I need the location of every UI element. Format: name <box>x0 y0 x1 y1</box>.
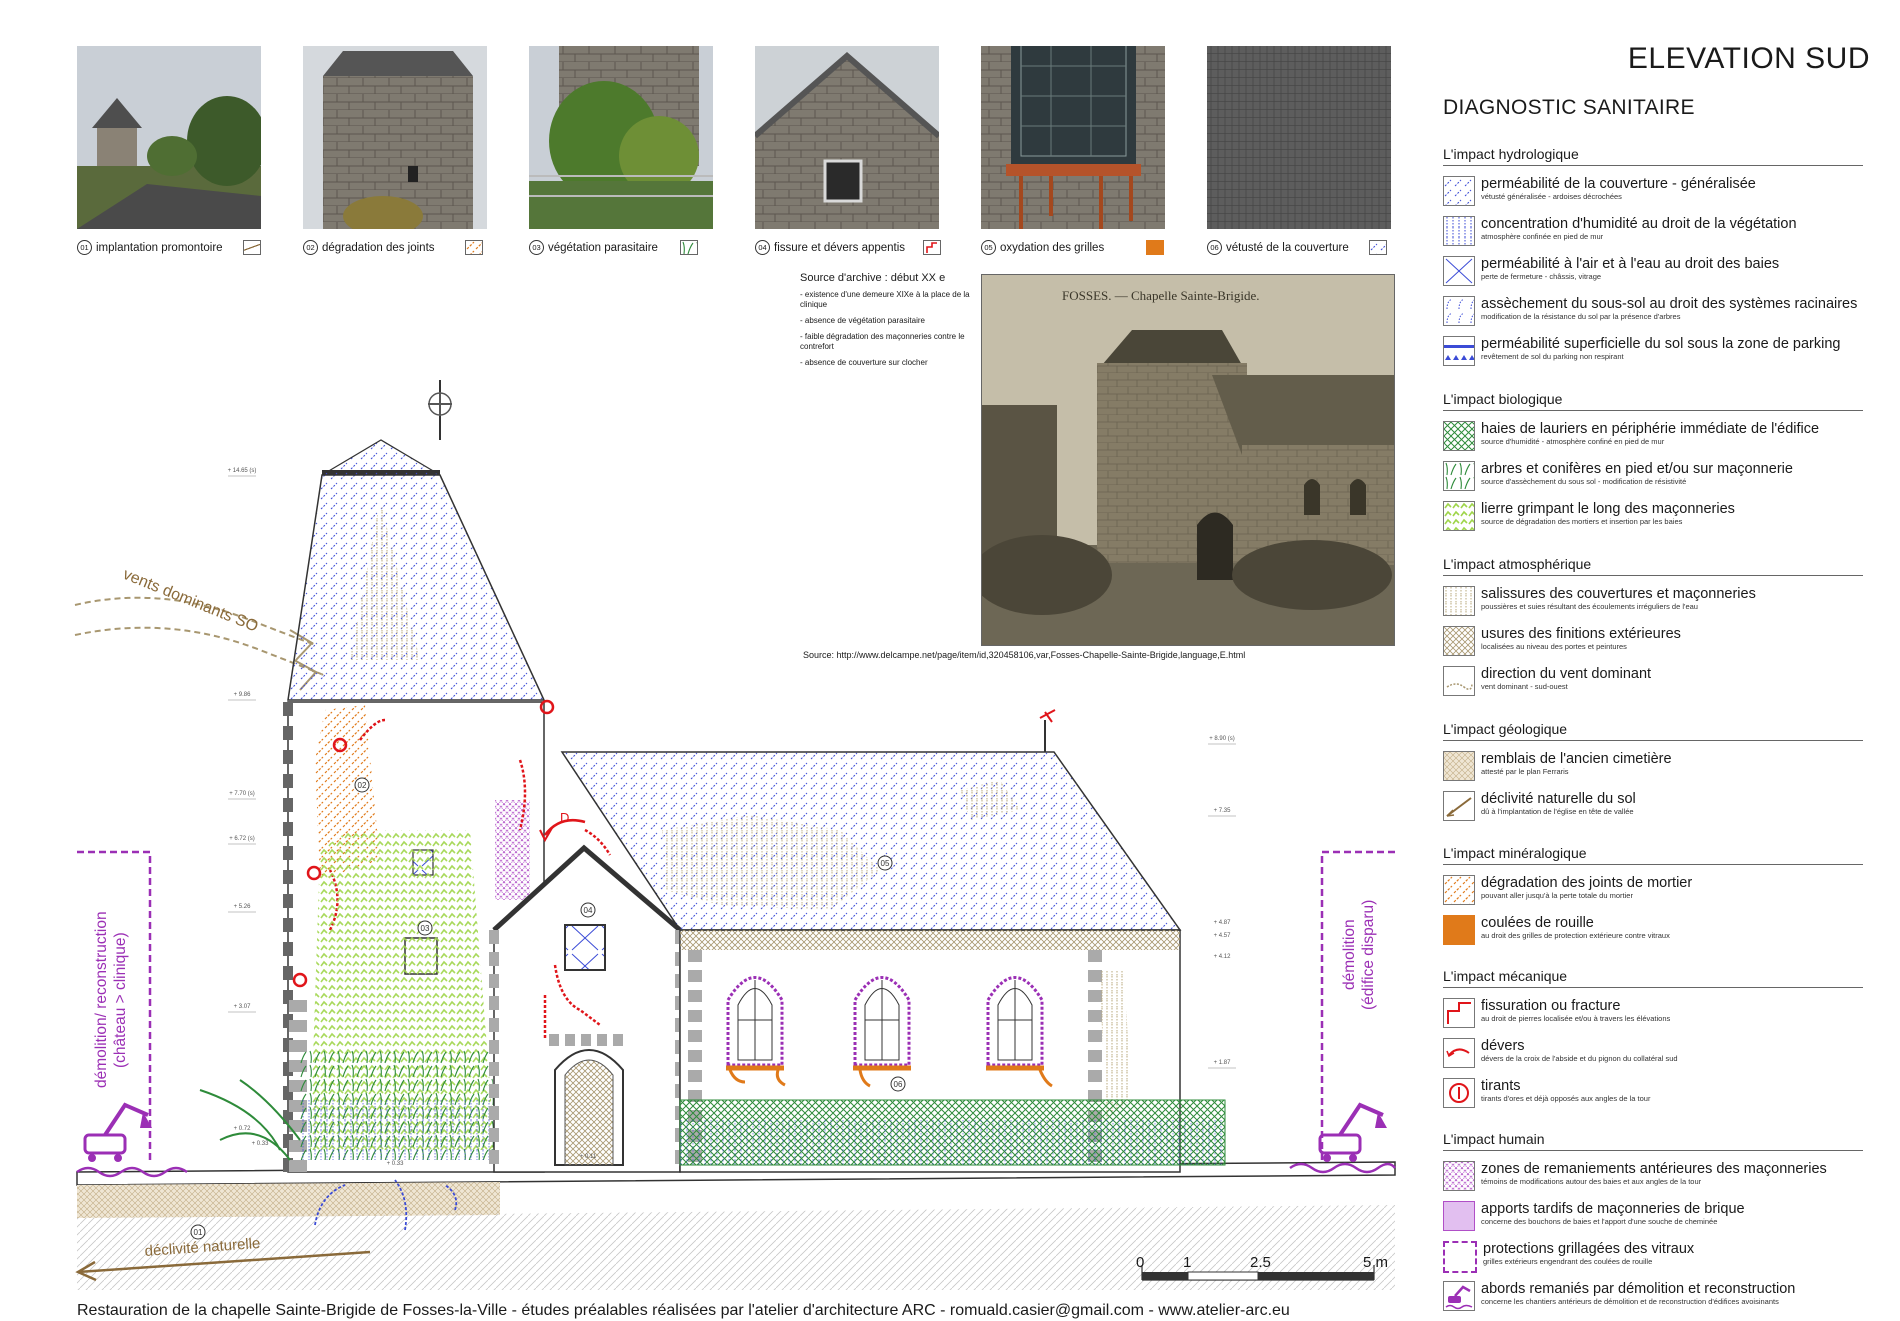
legend-item: remblais de l'ancien cimetière attesté pa… <box>1443 751 1863 791</box>
level-mark: + 7.70 (s) <box>229 791 255 797</box>
elevation-drawing: vents dominants SO déclivité naturelle D… <box>74 380 1396 1290</box>
declivite-swatch-icon <box>1443 791 1475 821</box>
level-mark: + 0.33 <box>252 1141 270 1147</box>
legend-heading: L'impact atmosphérique <box>1443 556 1863 576</box>
legend-item: abords remaniés par démolition et recons… <box>1443 1281 1863 1321</box>
level-mark: + 4.57 <box>1214 933 1232 939</box>
legend-heading: L'impact biologique <box>1443 391 1863 411</box>
grillage-swatch-icon <box>1443 1241 1477 1273</box>
legend-item: zones de remaniements antérieures des ma… <box>1443 1161 1863 1201</box>
legend-geologique: L'impact géologique remblais de l'ancien… <box>1443 721 1863 831</box>
scale-tick: 1 <box>1183 1254 1192 1271</box>
legend-hydrologique: L'impact hydrologique perméabilité de la… <box>1443 146 1863 376</box>
legend-atmospherique: L'impact atmosphérique salissures des co… <box>1443 556 1863 706</box>
legend-item: perméabilité à l'air et à l'eau au droit… <box>1443 256 1863 296</box>
level-mark: + 4.12 <box>1214 954 1232 960</box>
marker-03: 03 <box>421 924 430 933</box>
couverture-swatch-icon <box>1443 176 1475 206</box>
legend-item: dégradation des joints de mortier pouvant… <box>1443 875 1863 915</box>
tower-roof <box>287 474 546 701</box>
scale-tick: 0 <box>1136 1254 1145 1271</box>
demolition-left-label: démolition/ reconstruction (château > cli… <box>93 911 129 1089</box>
legend-heading: L'impact hydrologique <box>1443 146 1863 166</box>
rouille-swatch-icon <box>1443 915 1475 945</box>
legend-heading: L'impact mécanique <box>1443 968 1863 988</box>
page-title: ELEVATION SUD <box>1627 42 1870 75</box>
marker-02: 02 <box>358 781 367 790</box>
scale-tick: 5 m <box>1363 1254 1389 1271</box>
level-mark: + 0.11 <box>580 1154 597 1160</box>
legend-item: perméabilité superficielle du sol sous l… <box>1443 336 1863 376</box>
legend-item: usures des finitions extérieures localisé… <box>1443 626 1863 666</box>
marker-05: 05 <box>881 859 890 868</box>
excavator-swatch-icon <box>1443 1281 1475 1311</box>
vent-swatch-icon <box>1443 666 1475 696</box>
legend-item: perméabilité de la couverture - générali… <box>1443 176 1863 216</box>
legend-item: arbres et conifères en pied et/ou sur ma… <box>1443 461 1863 501</box>
scale-tick: 2.5 <box>1250 1254 1271 1271</box>
remblais-swatch-icon <box>1443 751 1475 781</box>
racines-swatch-icon <box>1443 296 1475 326</box>
footer-credits: Restauration de la chapelle Sainte-Brigi… <box>77 1302 1290 1319</box>
legend-item: concentration d'humidité au droit de la … <box>1443 216 1863 256</box>
legend-item: lierre grimpant le long des maçonneries s… <box>1443 501 1863 541</box>
nave-roof <box>560 751 1182 931</box>
legend-item: haies de lauriers en périphérie immédiat… <box>1443 421 1863 461</box>
haies-swatch-icon <box>1443 421 1475 451</box>
parking-swatch-icon <box>1443 336 1475 366</box>
level-mark: + 6.72 (s) <box>229 836 255 842</box>
marker-04: 04 <box>584 906 593 915</box>
level-mark: + 0.72 <box>234 1126 252 1132</box>
remaniements-swatch-icon <box>1443 1161 1475 1191</box>
legend-item: salissures des couvertures et maçonnerie… <box>1443 586 1863 626</box>
wind-label: vents dominants SO <box>121 566 261 636</box>
legend-mineralogique: L'impact minéralogique dégradation des j… <box>1443 845 1863 955</box>
demolition-right-label: démolition (édifice disparu) <box>1341 899 1377 1011</box>
level-mark: + 9.86 <box>234 692 252 698</box>
lierre-swatch-icon <box>1443 501 1475 531</box>
humidite-swatch-icon <box>1443 216 1475 246</box>
legend-item: protections grillagées des vitraux grille… <box>1443 1241 1863 1281</box>
level-mark: + 7.35 <box>1214 808 1232 814</box>
level-mark: + 1.87 <box>1214 1060 1232 1066</box>
legend-heading: L'impact humain <box>1443 1131 1863 1151</box>
baies-swatch-icon <box>1443 256 1475 286</box>
fissure-swatch-icon <box>1443 998 1475 1028</box>
legend-item: dévers dévers de la croix de l'abside et … <box>1443 1038 1863 1078</box>
brique-swatch-icon <box>1443 1201 1475 1231</box>
marker-01: 01 <box>194 1228 203 1237</box>
legend-item: coulées de rouille au droit des grilles d… <box>1443 915 1863 955</box>
remblais-zone <box>77 1182 500 1218</box>
legend-item: tirants tirants d'ores et déjà opposés au… <box>1443 1078 1863 1118</box>
legend-heading: L'impact minéralogique <box>1443 845 1863 865</box>
level-mark: + 0.33 <box>387 1161 405 1167</box>
level-mark: + 8.90 (s) <box>1209 736 1235 742</box>
page-subtitle: DIAGNOSTIC SANITAIRE <box>1443 96 1695 119</box>
svg-text:D: D <box>560 810 569 825</box>
level-mark: + 14.65 (s) <box>228 468 257 474</box>
legend-item: assèchement du sous-sol au droit des sys… <box>1443 296 1863 336</box>
usures-swatch-icon <box>1443 626 1475 656</box>
legend-item: déclivité naturelle du sol dû à l'implant… <box>1443 791 1863 831</box>
marker-06: 06 <box>894 1080 903 1089</box>
legend-humain: L'impact humain zones de remaniements an… <box>1443 1131 1863 1321</box>
tirants-swatch-icon <box>1443 1078 1475 1108</box>
level-mark: + 4.87 <box>1214 920 1232 926</box>
joints-swatch-icon <box>1443 875 1475 905</box>
legend-item: apports tardifs de maçonneries de brique… <box>1443 1201 1863 1241</box>
legend-item: fissuration ou fracture au droit de pierr… <box>1443 998 1863 1038</box>
devers-swatch-icon <box>1443 1038 1475 1068</box>
legend-biologique: L'impact biologique haies de lauriers en… <box>1443 391 1863 541</box>
legend-item: direction du vent dominant vent dominant … <box>1443 666 1863 706</box>
level-mark: + 5.26 <box>234 904 252 910</box>
legend-heading: L'impact géologique <box>1443 721 1863 741</box>
legend-mecanique: L'impact mécanique fissuration ou fractu… <box>1443 968 1863 1118</box>
salissures-swatch-icon <box>1443 586 1475 616</box>
stained-glass-windows <box>726 976 1044 1067</box>
level-mark: + 3.07 <box>234 1004 252 1010</box>
arbres-swatch-icon <box>1443 461 1475 491</box>
